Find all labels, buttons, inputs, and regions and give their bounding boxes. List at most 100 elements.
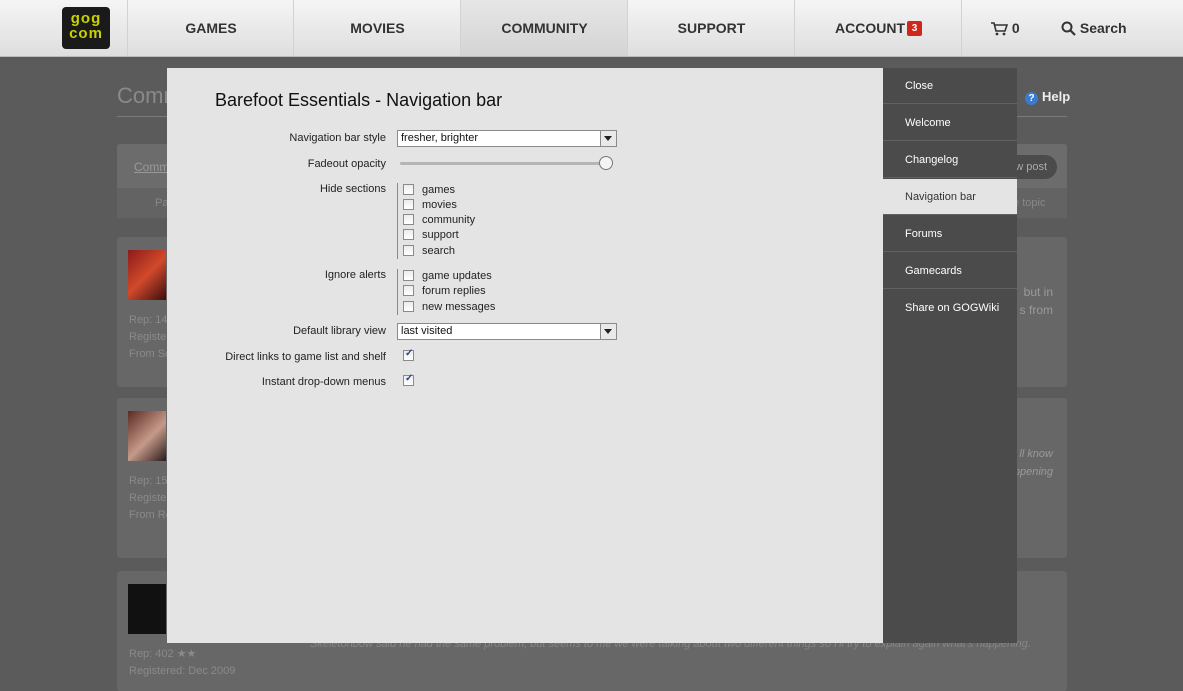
hide-sections-group <box>397 183 398 259</box>
checkbox-box[interactable] <box>403 229 414 240</box>
post-rep: Rep: 14 <box>129 314 168 326</box>
instant-menus-checkbox[interactable] <box>403 373 414 386</box>
nav-community[interactable]: COMMUNITY <box>460 0 628 56</box>
sidebar-item-navigation-bar[interactable]: Navigation bar <box>883 179 1017 215</box>
sidebar-item-label: Share on GOGWiki <box>905 302 1000 314</box>
sidebar-item-welcome[interactable]: Welcome <box>883 105 1017 141</box>
library-view-select[interactable]: last visited <box>397 323 617 340</box>
cart-button[interactable]: 0 <box>990 0 1020 56</box>
sidebar-item-label: Close <box>905 80 934 92</box>
help-link[interactable]: ? Help <box>1025 89 1070 105</box>
nav-community-label: COMMUNITY <box>501 20 588 36</box>
checkbox-label: search <box>422 245 456 257</box>
fade-opacity-slider[interactable] <box>400 162 605 165</box>
checkbox-box[interactable] <box>403 245 414 256</box>
chevron-down-icon <box>600 131 616 146</box>
nav-divider <box>961 0 962 56</box>
ignore-new-messages-checkbox[interactable]: new messages <box>403 300 495 314</box>
sidebar-item-close[interactable]: Close <box>883 68 1017 104</box>
post-from: From Re <box>129 509 172 521</box>
chevron-down-icon <box>600 324 616 339</box>
ignore-game-updates-checkbox[interactable]: game updates <box>403 269 492 283</box>
post-rep: Rep: 402 ★★ <box>129 648 197 660</box>
nav-support-label: SUPPORT <box>677 20 746 36</box>
hide-movies-checkbox[interactable]: movies <box>403 198 457 212</box>
sidebar-item-share-on-gogwiki[interactable]: Share on GOGWiki <box>883 290 1017 326</box>
account-alert-badge: 3 <box>907 21 922 36</box>
dialog-sidebar: Close Welcome Changelog Navigation bar F… <box>883 68 1017 643</box>
post-author-meta: Rep: 15 Registe From Re <box>129 473 172 524</box>
sidebar-item-label: Changelog <box>905 154 959 166</box>
sidebar-item-label: Navigation bar <box>905 191 976 203</box>
instant-menus-label: Instant drop-down menus <box>261 376 386 388</box>
hide-support-checkbox[interactable]: support <box>403 228 459 242</box>
gog-logo[interactable]: gog com <box>62 7 110 49</box>
checkbox-box[interactable] <box>403 199 414 210</box>
ignore-forum-replies-checkbox[interactable]: forum replies <box>403 284 486 298</box>
library-view-label: Default library view <box>293 325 386 337</box>
checkbox-label: movies <box>422 199 457 211</box>
nav-style-value: fresher, brighter <box>401 132 479 144</box>
nav-account[interactable]: ACCOUNT 3 <box>794 0 962 56</box>
direct-links-label: Direct links to game list and shelf <box>225 351 386 363</box>
checkbox-box[interactable] <box>403 214 414 225</box>
direct-links-checkbox[interactable] <box>403 348 414 361</box>
fade-opacity-label: Fadeout opacity <box>307 158 386 170</box>
checkbox-box[interactable] <box>403 270 414 281</box>
cart-count: 0 <box>1011 20 1020 36</box>
sidebar-item-changelog[interactable]: Changelog <box>883 142 1017 178</box>
fade-opacity-slider-thumb[interactable] <box>599 156 613 170</box>
nav-support[interactable]: SUPPORT <box>627 0 795 56</box>
sidebar-item-gamecards[interactable]: Gamecards <box>883 253 1017 289</box>
sidebar-item-label: Welcome <box>905 117 951 129</box>
nav-games[interactable]: GAMES <box>127 0 294 56</box>
checkbox-label: community <box>422 214 476 226</box>
avatar <box>128 584 166 634</box>
hide-search-checkbox[interactable]: search <box>403 244 455 258</box>
logo-top-text: gog <box>70 10 102 27</box>
nav-games-label: GAMES <box>185 20 237 36</box>
search-button[interactable]: Search <box>1061 0 1127 56</box>
post-author-meta: Rep: 402 ★★ Registered: Dec 2009 <box>129 646 235 680</box>
post-text-line: but in <box>1023 285 1053 299</box>
avatar <box>128 250 166 300</box>
checkbox-label: game updates <box>422 270 492 282</box>
post-text: but in s from <box>1020 283 1053 319</box>
top-navigation: gog com GAMES MOVIES COMMUNITY SUPPORT A… <box>0 0 1183 57</box>
search-label: Search <box>1079 20 1127 36</box>
settings-dialog: Barefoot Essentials - Navigation bar Nav… <box>167 68 883 643</box>
checkbox-label: support <box>422 229 459 241</box>
sidebar-item-label: Forums <box>905 228 943 240</box>
help-label: Help <box>1042 89 1071 104</box>
logo-bottom-text: com <box>69 25 103 42</box>
checkbox-box[interactable] <box>403 285 414 296</box>
avatar <box>128 411 166 461</box>
ignore-alerts-label: Ignore alerts <box>324 269 386 281</box>
nav-style-label: Navigation bar style <box>289 132 386 144</box>
checkbox-box[interactable] <box>403 301 414 312</box>
post-registered: Registe <box>129 492 167 504</box>
help-icon: ? <box>1025 92 1038 105</box>
hide-games-checkbox[interactable]: games <box>403 183 455 197</box>
nav-movies-label: MOVIES <box>350 20 405 36</box>
post-registered: Register <box>129 331 170 343</box>
breadcrumb[interactable]: Comm <box>134 160 169 174</box>
hide-sections-label: Hide sections <box>319 183 386 195</box>
hide-community-checkbox[interactable]: community <box>403 213 475 227</box>
checkbox-label: forum replies <box>422 285 486 297</box>
dialog-title: Barefoot Essentials - Navigation bar <box>215 90 503 110</box>
checkbox-box[interactable] <box>403 184 414 195</box>
post-registered: Registered: Dec 2009 <box>129 665 236 677</box>
post-text-line: ll know <box>1019 448 1053 460</box>
post-text: ll know ppening <box>1014 445 1053 481</box>
search-icon <box>1061 21 1076 36</box>
post-rep: Rep: 15 <box>129 475 168 487</box>
post-text-line: ppening <box>1013 466 1053 478</box>
nav-style-select[interactable]: fresher, brighter <box>397 130 617 147</box>
sidebar-item-forums[interactable]: Forums <box>883 216 1017 252</box>
nav-movies[interactable]: MOVIES <box>293 0 461 56</box>
nav-account-label: ACCOUNT <box>835 20 905 36</box>
ignore-alerts-group <box>397 269 398 315</box>
post-author-meta: Rep: 14 Register From Sc <box>129 312 171 363</box>
checkbox-label: new messages <box>422 301 496 313</box>
